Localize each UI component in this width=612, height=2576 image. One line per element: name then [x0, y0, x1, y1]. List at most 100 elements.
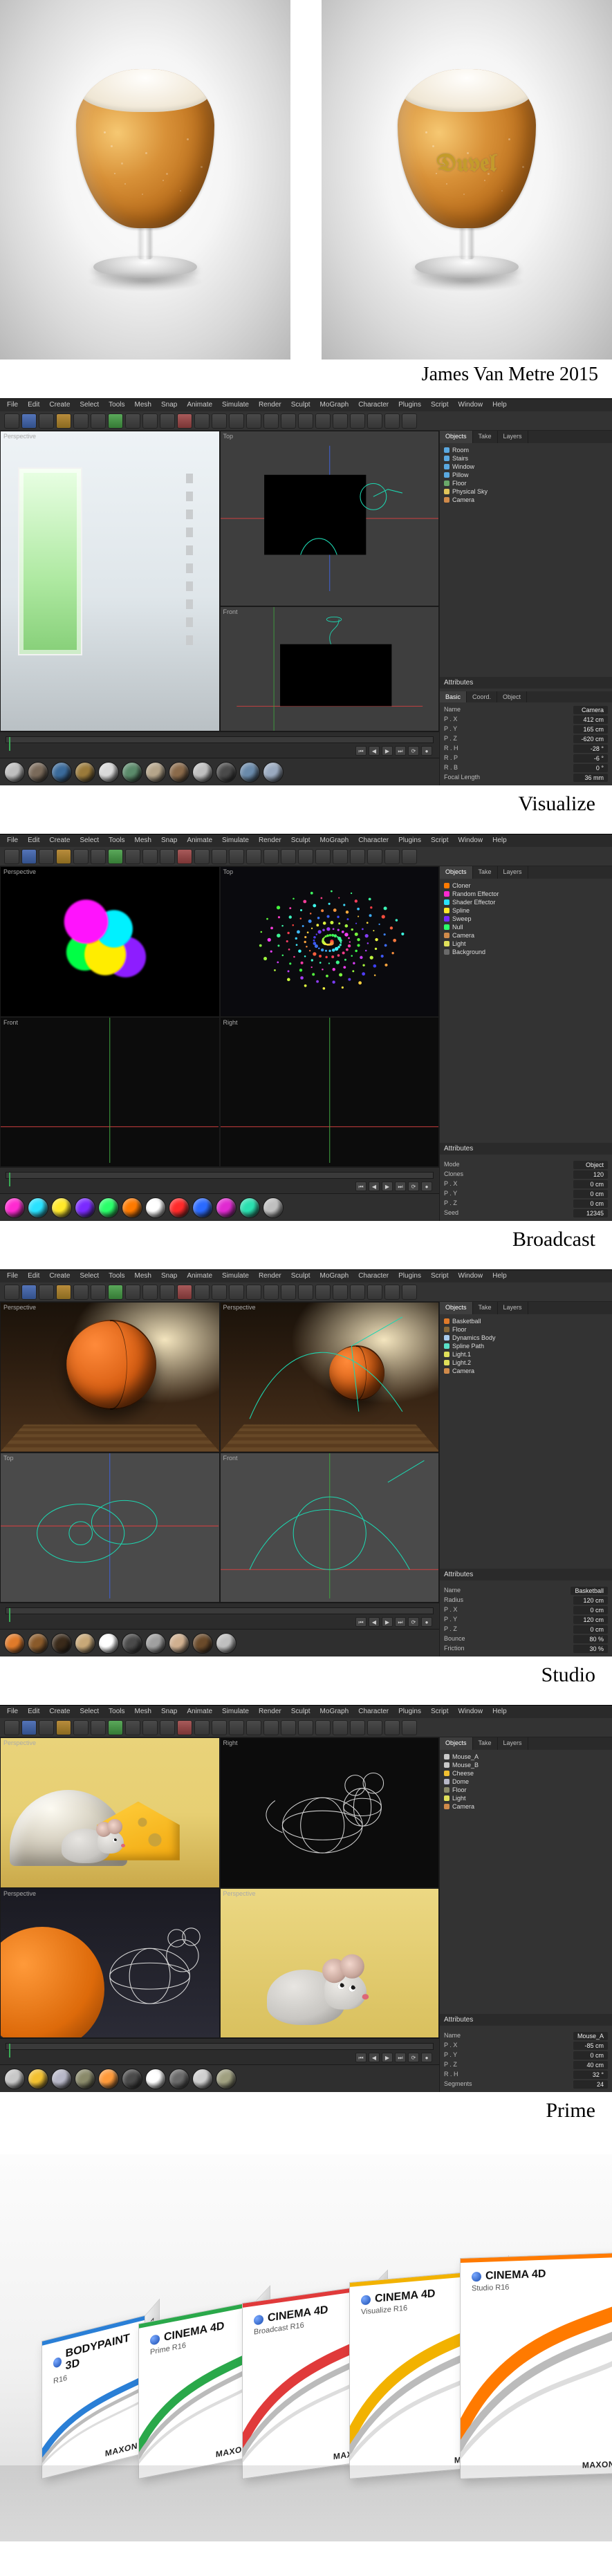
toolbar-button[interactable]	[212, 849, 227, 864]
attr-row[interactable]: R . H32 °	[444, 2070, 608, 2080]
material-swatch[interactable]	[239, 1197, 260, 1218]
attr-row[interactable]: NameCamera	[444, 705, 608, 715]
menubar[interactable]: FileEditCreateSelectToolsMeshSnapAnimate…	[0, 834, 612, 847]
menu-window[interactable]: Window	[458, 401, 483, 409]
toolbar-button[interactable]	[315, 1720, 331, 1735]
attr-value[interactable]: -620 cm	[573, 735, 608, 743]
toolbar-button[interactable]	[73, 1720, 89, 1735]
toolbar-button[interactable]	[21, 1720, 37, 1735]
toolbar-button[interactable]	[263, 1720, 279, 1735]
material-swatch[interactable]	[122, 1633, 142, 1654]
menu-help[interactable]: Help	[492, 401, 507, 409]
viewport-right[interactable]: Right	[220, 1737, 440, 1888]
attr-tab-coord[interactable]: Coord.	[467, 691, 497, 702]
object-row[interactable]: Light.2	[444, 1359, 608, 1367]
toolbar-button[interactable]	[298, 1285, 313, 1300]
object-manager[interactable]: Mouse_AMouse_BCheeseDomeFloorLightCamera	[440, 1750, 612, 2006]
toolbar-button[interactable]	[402, 1285, 417, 1300]
play-button[interactable]: ◀	[369, 746, 380, 756]
material-manager[interactable]	[0, 1193, 439, 1221]
viewport-area[interactable]: Perspective Top Front	[0, 431, 439, 731]
toolbar-button[interactable]	[246, 413, 261, 429]
menu-script[interactable]: Script	[431, 1272, 449, 1280]
menu-snap[interactable]: Snap	[161, 1272, 177, 1280]
toolbar-button[interactable]	[56, 1285, 71, 1300]
attr-value[interactable]: 32 °	[573, 2071, 608, 2079]
toolbar-button[interactable]	[91, 1720, 106, 1735]
menu-help[interactable]: Help	[492, 837, 507, 845]
tab-objects[interactable]: Objects	[440, 431, 473, 443]
toolbar-button[interactable]	[350, 413, 365, 429]
play-button[interactable]: ◀	[369, 1617, 380, 1627]
material-swatch[interactable]	[51, 762, 72, 783]
attr-value[interactable]: Object	[573, 1161, 608, 1169]
attr-row[interactable]: R . B0 °	[444, 763, 608, 773]
toolbar-button[interactable]	[263, 1285, 279, 1300]
menu-render[interactable]: Render	[259, 1272, 281, 1280]
play-button[interactable]: ▶	[382, 2053, 393, 2062]
menu-edit[interactable]: Edit	[28, 1272, 39, 1280]
attr-row[interactable]: P . Z40 cm	[444, 2060, 608, 2070]
material-manager[interactable]	[0, 2064, 439, 2092]
material-swatch[interactable]	[51, 2069, 72, 2089]
object-row[interactable]: Spline Path	[444, 1342, 608, 1350]
material-swatch[interactable]	[75, 1633, 95, 1654]
toolbar-button[interactable]	[333, 849, 348, 864]
toolbar-button[interactable]	[91, 849, 106, 864]
material-swatch[interactable]	[98, 2069, 119, 2089]
tab-layers[interactable]: Layers	[498, 1737, 528, 1750]
attr-value[interactable]: 0 cm	[573, 1200, 608, 1208]
toolbar-button[interactable]	[246, 849, 261, 864]
object-row[interactable]: Random Effector	[444, 890, 608, 898]
material-swatch[interactable]	[145, 762, 166, 783]
material-swatch[interactable]	[145, 2069, 166, 2089]
attr-row[interactable]: P . Z-620 cm	[444, 734, 608, 744]
toolbar-button[interactable]	[315, 1285, 331, 1300]
material-swatch[interactable]	[98, 1197, 119, 1218]
toolbar-button[interactable]	[21, 849, 37, 864]
attr-row[interactable]: Clones120	[444, 1170, 608, 1179]
object-row[interactable]: Camera	[444, 496, 608, 504]
object-row[interactable]: Camera	[444, 931, 608, 940]
play-button[interactable]: ●	[421, 1182, 432, 1191]
menu-animate[interactable]: Animate	[187, 837, 212, 845]
viewport-perspective-a[interactable]: Perspective	[0, 1737, 220, 1888]
menu-file[interactable]: File	[7, 401, 18, 409]
object-manager[interactable]: RoomStairsWindowPillowFloorPhysical SkyC…	[440, 443, 612, 669]
object-row[interactable]: Light	[444, 940, 608, 948]
menu-tools[interactable]: Tools	[109, 1708, 124, 1716]
toolbar-button[interactable]	[142, 1285, 158, 1300]
attr-row[interactable]: P . X412 cm	[444, 715, 608, 725]
attr-row[interactable]: NameBasketball	[444, 1586, 608, 1596]
menu-tools[interactable]: Tools	[109, 401, 124, 409]
attr-value[interactable]: 0 °	[573, 764, 608, 772]
menu-sculpt[interactable]: Sculpt	[291, 401, 310, 409]
object-row[interactable]: Floor	[444, 1786, 608, 1794]
attribute-manager[interactable]: Attributes NameBasketballRadius120 cmP .…	[440, 1569, 612, 1656]
menu-simulate[interactable]: Simulate	[222, 837, 249, 845]
toolbar-button[interactable]	[350, 1285, 365, 1300]
menu-mograph[interactable]: MoGraph	[320, 837, 349, 845]
material-swatch[interactable]	[98, 762, 119, 783]
toolbar-button[interactable]	[281, 849, 296, 864]
attr-value[interactable]: -85 cm	[573, 2042, 608, 2050]
playback-controls[interactable]: ⏮◀▶⏭⟳●	[355, 1182, 432, 1191]
toolbar-button[interactable]	[333, 413, 348, 429]
menu-create[interactable]: Create	[49, 1708, 70, 1716]
menu-select[interactable]: Select	[80, 401, 99, 409]
menu-help[interactable]: Help	[492, 1272, 507, 1280]
attr-value[interactable]: 40 cm	[573, 2061, 608, 2069]
toolbar-button[interactable]	[367, 413, 382, 429]
attr-value[interactable]: Basketball	[571, 1587, 608, 1595]
toolbar-button[interactable]	[281, 1285, 296, 1300]
toolbar-button[interactable]	[125, 1285, 140, 1300]
menu-select[interactable]: Select	[80, 1708, 99, 1716]
toolbar-button[interactable]	[350, 1720, 365, 1735]
play-button[interactable]: ▶	[382, 1182, 393, 1191]
material-swatch[interactable]	[28, 2069, 48, 2089]
material-swatch[interactable]	[169, 2069, 189, 2089]
menu-tools[interactable]: Tools	[109, 1272, 124, 1280]
material-swatch[interactable]	[192, 762, 213, 783]
play-button[interactable]: ●	[421, 746, 432, 756]
menu-file[interactable]: File	[7, 1708, 18, 1716]
